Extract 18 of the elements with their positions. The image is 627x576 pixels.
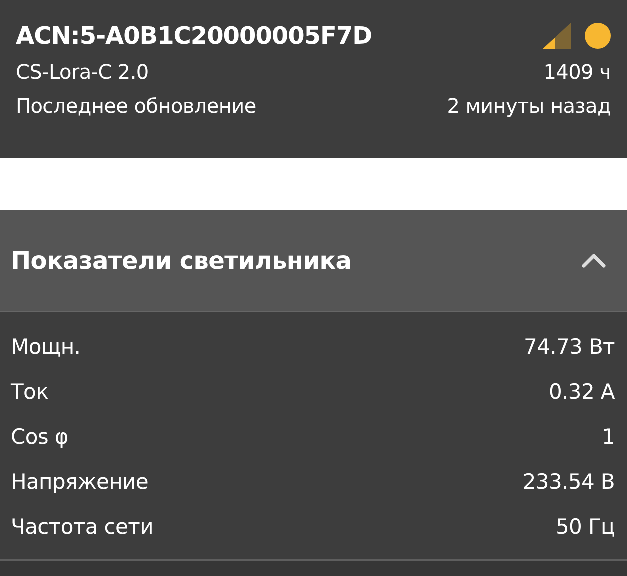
metric-value: 50 Гц — [556, 514, 615, 538]
metric-label: Ток — [11, 380, 48, 404]
metric-label: Cos φ — [11, 424, 68, 448]
update-time: 2 минуты назад — [447, 94, 611, 118]
signal-icon — [543, 23, 571, 49]
metric-label: Частота сети — [11, 514, 154, 538]
metric-label: Напряжение — [11, 470, 148, 494]
metric-value: 0.32 А — [549, 380, 615, 404]
metric-value: 74.73 Вт — [524, 334, 615, 358]
metric-value: 233.54 В — [522, 470, 615, 494]
update-label: Последнее обновление — [16, 94, 256, 118]
metric-label: Мощн. — [11, 334, 81, 358]
section-header[interactable]: Показатели светильника — [0, 210, 627, 312]
status-dot — [585, 23, 611, 49]
device-model: CS-Lora-C 2.0 — [16, 60, 149, 84]
device-id: ACN:5-A0B1C20000005F7D — [16, 22, 372, 50]
operating-hours: 1409 ч — [544, 60, 611, 84]
metric-value: 1 — [602, 424, 615, 448]
